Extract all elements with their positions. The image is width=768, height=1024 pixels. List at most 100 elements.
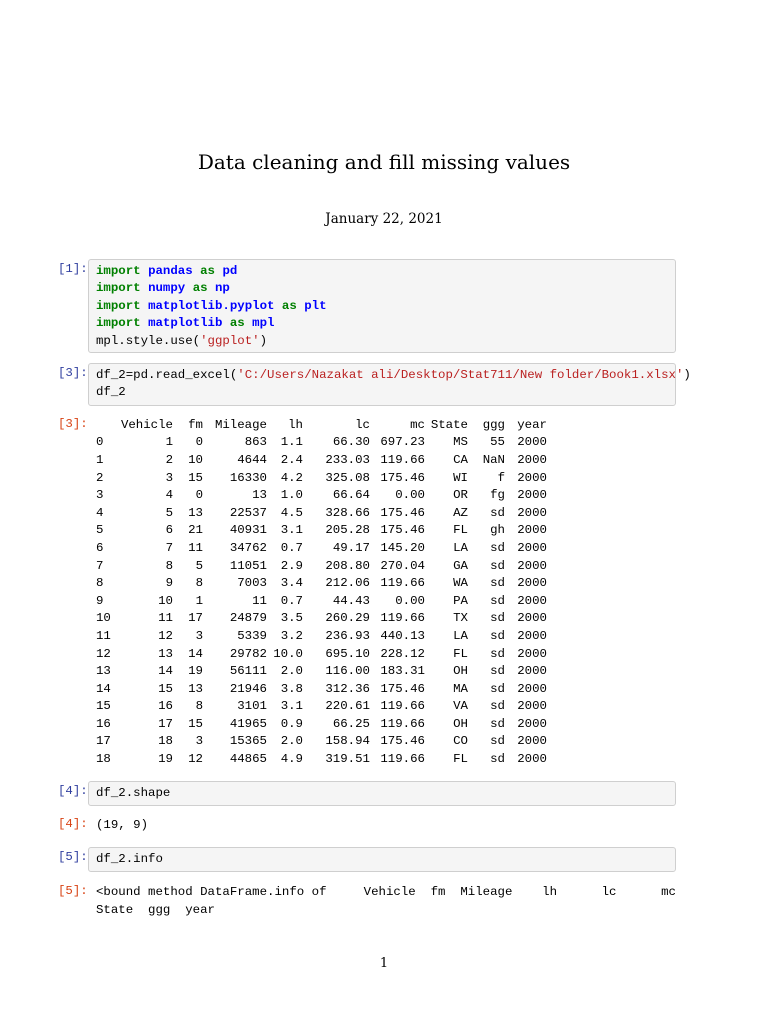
row-index: 9	[96, 593, 104, 608]
table-cell: 56111	[229, 664, 267, 679]
table-cell: 3.1	[280, 699, 303, 714]
table-cell: 40931	[229, 523, 267, 538]
table-cell: 2000	[517, 470, 547, 485]
table-cell: 2000	[517, 488, 547, 503]
info-output-line-2: State ggg year	[96, 903, 215, 917]
code-line: df_2	[96, 384, 668, 401]
table-cell: sd	[490, 716, 505, 731]
table-cell: 4.5	[280, 505, 303, 520]
table-cell: 183.31	[380, 664, 425, 679]
table-cell: 2.0	[280, 734, 303, 749]
code-keyword: as	[192, 281, 208, 296]
table-cell: sd	[490, 576, 505, 591]
table-cell: 11	[252, 593, 267, 608]
table-cell: 3.5	[280, 611, 303, 626]
table-cell: 233.03	[325, 452, 370, 467]
table-cell: 2000	[517, 593, 547, 608]
table-cell: 312.36	[325, 681, 370, 696]
column-header: Vehicle	[120, 417, 173, 432]
dataframe-output: Vehicle fm Mileage lh lc mc State ggg year 0 1 0 863…	[90, 416, 547, 768]
code-keyword: as	[229, 316, 245, 331]
table-row: 12 13 14 29782 10.0 695.10 228.12 FL sd 2000	[90, 645, 547, 663]
table-cell: 44865	[229, 752, 267, 767]
code-cell-info[interactable]: df_2.info	[88, 847, 676, 872]
code-string: 'C:/Users/Nazakat ali/Desktop/Stat711/Ne…	[237, 368, 684, 382]
code-line: import numpy as np	[96, 280, 668, 297]
code-cell-imports[interactable]: import pandas as pd import numpy as np imp…	[88, 259, 676, 353]
table-cell: 4	[165, 488, 173, 503]
row-index: 13	[96, 664, 111, 679]
column-header: lc	[355, 417, 370, 432]
table-cell: 0.9	[280, 716, 303, 731]
table-cell: 1.1	[280, 435, 303, 450]
table-cell: NaN	[482, 452, 505, 467]
table-cell: 175.46	[380, 505, 425, 520]
table-row: 7 8 5 11051 2.9 208.80 270.04 GA sd 2000	[90, 557, 547, 575]
table-header-row: Vehicle fm Mileage lh lc mc State ggg year	[90, 416, 547, 434]
table-cell: 13	[188, 505, 203, 520]
table-cell: sd	[490, 699, 505, 714]
table-cell: OH	[453, 716, 468, 731]
code-keyword: as	[200, 264, 215, 278]
table-cell: 2000	[517, 734, 547, 749]
code-text: df_2	[96, 385, 126, 400]
code-text: )	[683, 368, 691, 382]
table-cell: 0.00	[395, 593, 425, 608]
table-cell: 16	[158, 699, 173, 714]
table-cell: 2000	[517, 752, 547, 767]
row-index: 16	[96, 716, 111, 731]
table-cell: FL	[453, 646, 468, 661]
column-header: lh	[288, 417, 303, 432]
table-row: 5 6 21 40931 3.1 205.28 175.46 FL gh 2000	[90, 522, 547, 540]
column-header: mc	[410, 417, 425, 432]
table-cell: 49.17	[332, 540, 370, 555]
table-cell: 2000	[517, 628, 547, 643]
table-cell: FL	[453, 752, 468, 767]
table-cell: 11	[188, 540, 203, 555]
table-cell: 11051	[229, 558, 267, 573]
table-cell: OR	[453, 488, 468, 503]
table-cell: f	[497, 470, 505, 485]
code-keyword: import	[96, 264, 141, 278]
table-cell: LA	[453, 628, 468, 643]
shape-output: (19, 9)	[96, 818, 149, 832]
code-keyword: import	[96, 316, 141, 331]
table-row: 13 14 19 56111 2.0 116.00 183.31 OH sd 2000	[90, 662, 547, 680]
table-cell: sd	[490, 628, 505, 643]
code-cell-read-excel[interactable]: df_2=pd.read_excel('C:/Users/Nazakat ali…	[88, 363, 691, 406]
table-cell: 11	[158, 611, 173, 626]
code-keyword: as	[281, 298, 297, 313]
table-cell: sd	[490, 752, 505, 767]
table-cell: 440.13	[380, 628, 425, 643]
table-cell: 0	[195, 488, 203, 503]
table-cell: sd	[490, 734, 505, 749]
table-cell: WI	[453, 470, 468, 485]
table-cell: 8	[195, 699, 203, 714]
document-date: January 22, 2021	[325, 211, 443, 227]
row-index: 1	[96, 452, 104, 467]
table-cell: 116.00	[325, 664, 370, 679]
table-cell: 5	[165, 505, 173, 520]
table-row: 17 18 3 15365 2.0 158.94 175.46 CO sd 2000	[90, 733, 547, 751]
table-cell: 2000	[517, 452, 547, 467]
output-prompt-5: [5]:	[58, 884, 88, 898]
input-prompt-4: [4]:	[58, 784, 88, 798]
column-header: ggg	[482, 417, 505, 432]
table-cell: 175.46	[380, 470, 425, 485]
table-cell: MA	[453, 681, 468, 696]
table-cell: 18	[158, 734, 173, 749]
table-cell: 34762	[229, 540, 267, 555]
table-cell: 0.7	[280, 593, 303, 608]
code-cell-shape[interactable]: df_2.shape	[88, 781, 676, 806]
table-cell: GA	[453, 558, 468, 573]
table-cell: 3.8	[280, 681, 303, 696]
row-index: 17	[96, 734, 111, 749]
info-output-line-1: <bound method DataFrame.info of Vehicle …	[96, 885, 676, 899]
table-cell: 175.46	[380, 681, 425, 696]
table-cell: 16330	[229, 470, 267, 485]
row-index: 11	[96, 628, 111, 643]
table-cell: WA	[453, 576, 468, 591]
